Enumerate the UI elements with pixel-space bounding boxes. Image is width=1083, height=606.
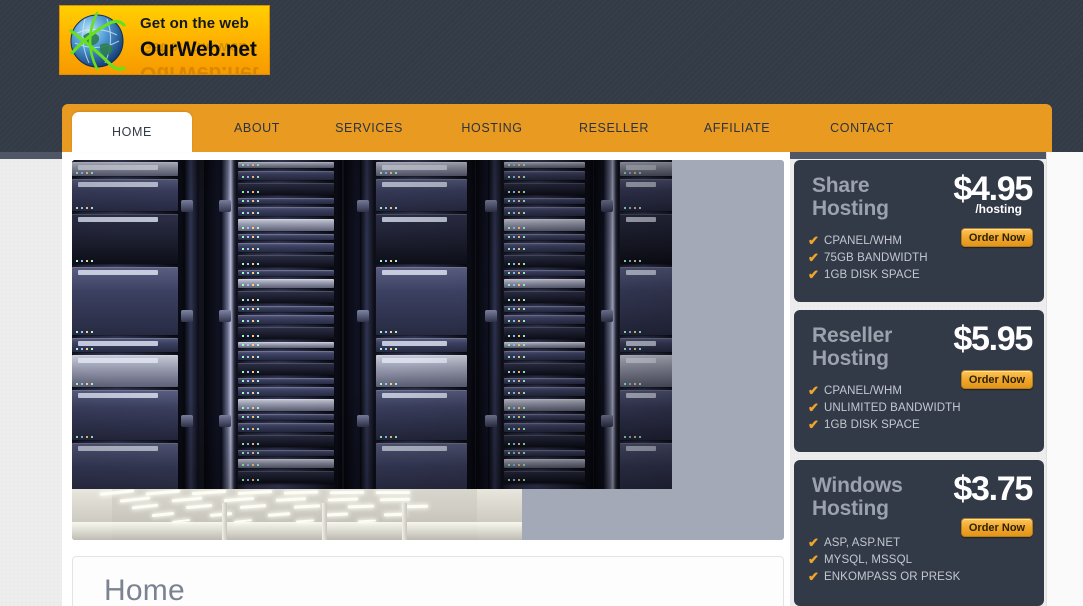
nav-list: HOME ABOUT SERVICES HOSTING RESELLER AFFILIAT… [62,104,1052,152]
nav-item-about[interactable]: ABOUT [202,104,312,152]
check-icon: ✔ [808,267,819,282]
nav-item-reseller[interactable]: RESELLER [559,104,669,152]
article-card: Home [72,556,784,606]
globe-icon [69,11,126,71]
logo-tagline: Get on the web [140,15,249,32]
nav-item-contact[interactable]: CONTACT [807,104,917,152]
pricing-panel: Windows Hosting $3.75 Order Now ✔ ASP, ASP.N… [794,460,1044,606]
order-now-button[interactable]: Order Now [961,518,1033,537]
feature-list: ✔ ASP, ASP.NET ✔ MYSQL, MSSQL ✔ ENKOMPASS OR … [808,535,960,586]
order-now-button[interactable]: Order Now [961,228,1033,247]
feature-item: ✔ MYSQL, MSSQL [808,552,960,568]
site-logo[interactable]: Get on the web OurWeb.net Get on the web… [59,5,270,75]
feature-label: CPANEL/WHM [824,385,903,397]
panel-price: $5.95 [953,320,1033,358]
panel-price: $4.95 [953,170,1033,208]
pricing-panel: Reseller Hosting $5.95 Order Now ✔ CPANEL/WH… [794,310,1044,452]
check-icon: ✔ [808,417,819,432]
panel-price-period: /hosting [975,202,1022,216]
page-title: Home [104,574,185,606]
feature-list: ✔ CPANEL/WHM ✔ 75GB BANDWIDTH ✔ 1GB DISK SPAC… [808,233,928,284]
check-icon: ✔ [808,400,819,415]
pricing-panel: Share Hosting $4.95/hosting Order Now ✔ CPAN… [794,160,1044,302]
feature-label: ASP, ASP.NET [824,537,901,549]
feature-label: ENKOMPASS OR PRESK [824,571,961,583]
slide-server-racks[interactable] [72,160,672,489]
feature-item: ✔ UNLIMITED BANDWIDTH [808,400,961,416]
feature-item: ✔ ASP, ASP.NET [808,535,960,551]
feature-label: 1GB DISK SPACE [824,269,920,281]
nav-item-home[interactable]: HOME [72,112,192,152]
nav-item-label: AFFILIATE [703,121,771,135]
check-icon: ✔ [808,569,819,584]
check-icon: ✔ [808,552,819,567]
hero-slider[interactable] [72,160,784,540]
panel-title: Share Hosting [812,174,889,220]
feature-item: ✔ ENKOMPASS OR PRESK [808,569,960,585]
nav-item-label: HOSTING [461,121,523,135]
panel-title: Windows Hosting [812,474,903,520]
check-icon: ✔ [808,383,819,398]
feature-item: ✔ 1GB DISK SPACE [808,267,928,283]
nav-item-hosting[interactable]: HOSTING [437,104,547,152]
feature-item: ✔ 75GB BANDWIDTH [808,250,928,266]
nav-item-label: RESELLER [578,121,650,135]
content-right-divider [1046,152,1047,606]
feature-list: ✔ CPANEL/WHM ✔ UNLIMITED BANDWIDTH ✔ 1GB DISK… [808,383,961,434]
nav-item-affiliate[interactable]: AFFILIATE [682,104,792,152]
check-icon: ✔ [808,233,819,248]
feature-item: ✔ CPANEL/WHM [808,233,928,249]
feature-item: ✔ 1GB DISK SPACE [808,417,961,433]
feature-label: 75GB BANDWIDTH [824,252,928,264]
nav-item-label: HOME [112,125,152,139]
feature-item: ✔ CPANEL/WHM [808,383,961,399]
main-navigation: HOME ABOUT SERVICES HOSTING RESELLER AFFILIAT… [62,104,1052,152]
server-rack-artwork [72,160,672,489]
ceiling-artwork [72,489,522,540]
check-icon: ✔ [808,535,819,550]
nav-item-label: SERVICES [335,121,403,135]
feature-label: 1GB DISK SPACE [824,419,920,431]
nav-item-label: ABOUT [233,121,281,135]
page-scrollbar-track[interactable] [1047,152,1083,606]
panel-title: Reseller Hosting [812,324,893,370]
feature-label: MYSQL, MSSQL [824,554,913,566]
slide-datacenter-ceiling[interactable] [72,489,522,540]
feature-label: UNLIMITED BANDWIDTH [824,402,961,414]
feature-label: CPANEL/WHM [824,235,903,247]
nav-item-services[interactable]: SERVICES [314,104,424,152]
logo-tagline-reflection: Get on the web [140,39,248,56]
check-icon: ✔ [808,250,819,265]
panel-price: $3.75 [953,470,1033,508]
logo-brand-reflection: OurWeb.net [140,62,259,75]
nav-item-label: CONTACT [830,121,894,135]
order-now-button[interactable]: Order Now [961,370,1033,389]
